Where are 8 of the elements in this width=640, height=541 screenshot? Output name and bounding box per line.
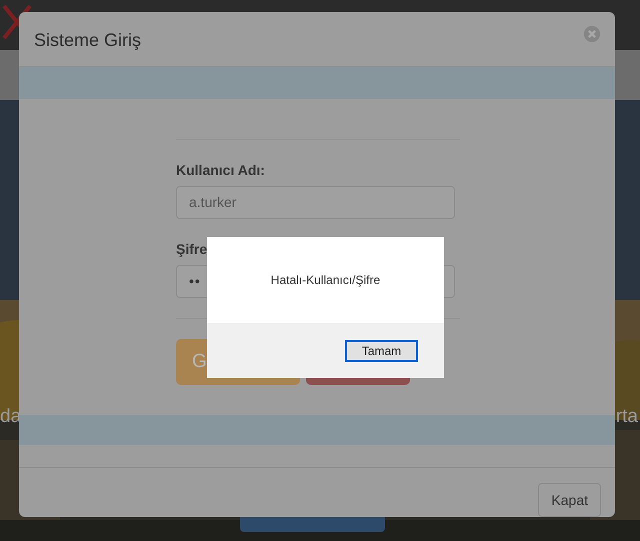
dialog-title: Sisteme Giriş bbox=[34, 30, 142, 51]
alert-message: Hatalı-Kullanıcı/Şifre bbox=[270, 273, 380, 287]
field-label: Kullanıcı Adı: bbox=[176, 162, 266, 178]
ok-button[interactable]: Tamam bbox=[345, 340, 418, 362]
close-button[interactable]: Kapat bbox=[538, 483, 601, 517]
username-field[interactable]: a.turker bbox=[176, 186, 455, 219]
background-text: rta bbox=[616, 406, 638, 428]
field-label: Şifre bbox=[176, 240, 208, 257]
